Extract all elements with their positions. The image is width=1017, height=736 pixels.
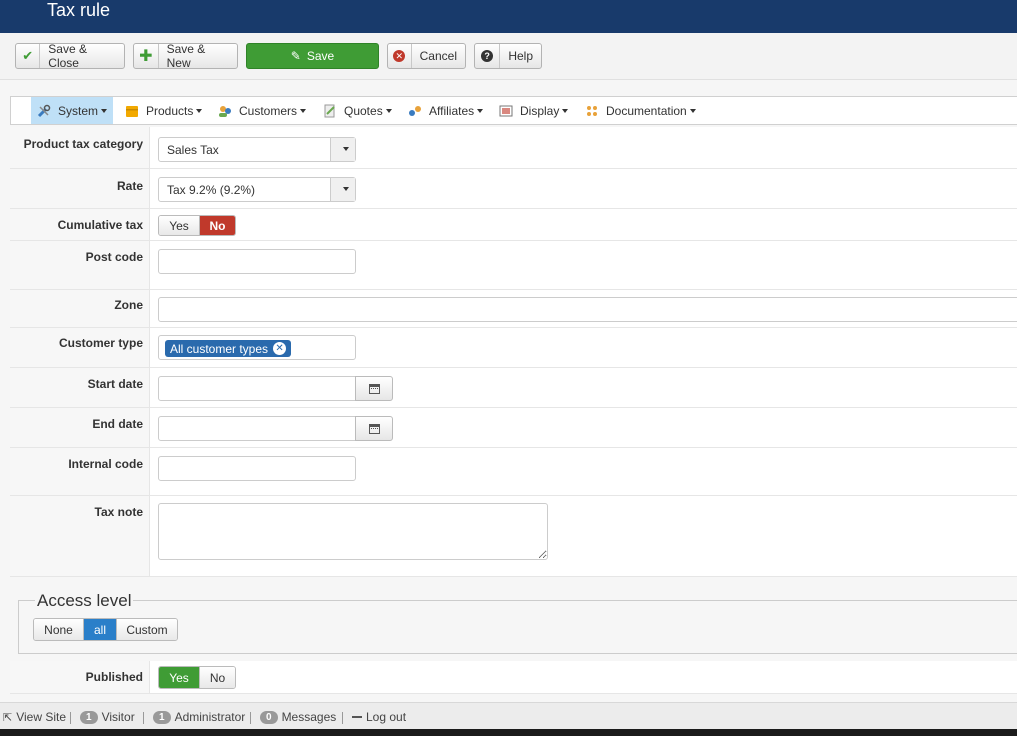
- save-button[interactable]: ✎ Save: [246, 43, 379, 69]
- row-rate: Rate Tax 9.2% (9.2%): [10, 169, 1017, 209]
- visitor-count-badge: 1: [80, 710, 98, 724]
- post-code-input[interactable]: [158, 249, 356, 274]
- cumulative-tax-toggle[interactable]: Yes No: [158, 215, 236, 236]
- published-label: Published: [85, 670, 143, 684]
- system-tools-icon: [37, 104, 51, 118]
- toolbar: ✔ Save & Close ✚ Save & New ✎ Save ✕ Can…: [0, 33, 1017, 80]
- row-published: Published Yes No: [10, 661, 1017, 694]
- chevron-down-icon[interactable]: [330, 178, 355, 201]
- cumulative-tax-no[interactable]: No: [199, 216, 235, 235]
- tax-note-textarea[interactable]: [158, 503, 548, 560]
- internal-code-label: Internal code: [68, 457, 143, 471]
- calendar-icon: [368, 423, 380, 434]
- quotes-icon: [323, 104, 337, 118]
- component-menu-bar: System Products Customers Quotes Affilia…: [10, 96, 1017, 125]
- row-internal-code: Internal code: [10, 448, 1017, 496]
- access-level-legend: Access level: [35, 591, 134, 611]
- administrator-status: 1 Administrator: [153, 710, 245, 724]
- check-icon: ✔: [16, 44, 41, 68]
- row-end-date: End date: [10, 408, 1017, 448]
- help-icon: ?: [475, 44, 501, 68]
- access-level-fieldset: Access level None all Custom: [18, 591, 1017, 654]
- save-close-button[interactable]: ✔ Save & Close: [15, 42, 125, 70]
- row-tax-note: Tax note: [10, 496, 1017, 577]
- access-level-all[interactable]: all: [83, 619, 116, 640]
- post-code-label: Post code: [85, 250, 143, 264]
- rate-label: Rate: [116, 179, 143, 193]
- published-toggle[interactable]: Yes No: [158, 666, 236, 689]
- messages-link[interactable]: 0 Messages: [260, 710, 336, 724]
- external-link-icon: ⇱: [3, 711, 13, 724]
- access-level-custom[interactable]: Custom: [116, 619, 177, 640]
- end-date-label: End date: [92, 417, 143, 431]
- tax-note-label: Tax note: [94, 505, 143, 519]
- start-date-calendar-button[interactable]: [355, 376, 393, 401]
- published-yes[interactable]: Yes: [159, 667, 199, 688]
- row-zone: Zone: [10, 290, 1017, 328]
- row-customer-type: Customer type All customer types ✕: [10, 328, 1017, 368]
- access-level-toggle[interactable]: None all Custom: [33, 618, 178, 641]
- status-bar: ⇱ View Site 1 Visitor 1 Administrator 0 …: [0, 702, 1017, 729]
- menu-display[interactable]: Display: [493, 97, 574, 124]
- logout-link[interactable]: Log out: [352, 710, 406, 724]
- minus-icon: [352, 716, 362, 718]
- menu-customers[interactable]: Customers: [212, 97, 312, 124]
- internal-code-input[interactable]: [158, 456, 356, 481]
- plus-icon: ✚: [134, 44, 159, 68]
- customer-type-multiselect[interactable]: All customer types ✕: [158, 335, 356, 360]
- menu-documentation[interactable]: Documentation: [579, 97, 702, 124]
- save-new-button[interactable]: ✚ Save & New: [133, 42, 238, 70]
- end-date-calendar-button[interactable]: [355, 416, 393, 441]
- product-tax-category-select[interactable]: Sales Tax: [158, 137, 356, 162]
- cancel-button[interactable]: ✕ Cancel: [387, 43, 466, 69]
- end-date-input[interactable]: [158, 416, 356, 441]
- cancel-icon: ✕: [388, 44, 412, 68]
- row-product-tax-category: Product tax category Sales Tax: [10, 127, 1017, 169]
- row-cumulative-tax: Cumulative tax Yes No: [10, 209, 1017, 241]
- remove-tag-icon[interactable]: ✕: [273, 342, 287, 355]
- affiliates-icon: [408, 104, 422, 118]
- zone-input[interactable]: [158, 297, 1017, 322]
- page-header: Tax rule: [0, 0, 1017, 33]
- calendar-icon: [368, 383, 380, 394]
- menu-affiliates[interactable]: Affiliates: [402, 97, 489, 124]
- start-date-input[interactable]: [158, 376, 356, 401]
- menu-system[interactable]: System: [31, 97, 114, 124]
- view-site-link[interactable]: ⇱ View Site: [3, 710, 66, 724]
- customers-icon: [218, 104, 232, 118]
- row-start-date: Start date: [10, 368, 1017, 408]
- visitor-status: 1 Visitor: [80, 710, 135, 724]
- cumulative-tax-yes[interactable]: Yes: [159, 216, 199, 235]
- published-no[interactable]: No: [199, 667, 235, 688]
- products-box-icon: [125, 104, 139, 118]
- messages-count-badge: 0: [260, 710, 278, 724]
- page-title: Tax rule: [47, 0, 111, 20]
- customer-type-tag: All customer types ✕: [165, 340, 292, 357]
- access-level-none[interactable]: None: [34, 619, 83, 640]
- bottom-strip: [0, 729, 1017, 736]
- documentation-icon: [585, 104, 599, 118]
- cumulative-tax-label: Cumulative tax: [57, 218, 143, 232]
- menu-quotes[interactable]: Quotes: [317, 97, 398, 124]
- chevron-down-icon[interactable]: [330, 138, 355, 161]
- rate-select[interactable]: Tax 9.2% (9.2%): [158, 177, 356, 202]
- admin-count-badge: 1: [153, 710, 171, 724]
- start-date-label: Start date: [87, 377, 143, 391]
- zone-label: Zone: [114, 298, 143, 312]
- help-button[interactable]: ? Help: [474, 43, 542, 69]
- product-tax-category-label: Product tax category: [23, 137, 143, 151]
- customer-type-label: Customer type: [58, 336, 143, 350]
- display-icon: [499, 104, 513, 118]
- tax-rule-form: Product tax category Sales Tax Rate Tax …: [10, 127, 1017, 577]
- row-post-code: Post code: [10, 241, 1017, 290]
- menu-products[interactable]: Products: [119, 97, 208, 124]
- edit-icon: ✎: [290, 49, 301, 63]
